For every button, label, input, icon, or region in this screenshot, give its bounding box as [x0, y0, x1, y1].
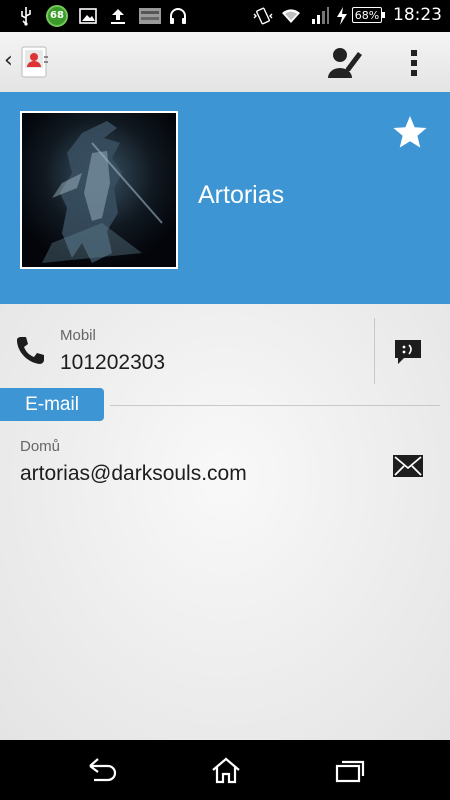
- contact-photo[interactable]: [20, 111, 178, 269]
- section-divider: [110, 405, 440, 406]
- vibrate-icon: [253, 7, 273, 25]
- phone-type-label: Mobil: [60, 327, 96, 344]
- wifi-icon: [282, 9, 300, 23]
- contacts-app-icon[interactable]: [20, 46, 50, 78]
- back-icon[interactable]: [86, 756, 118, 784]
- recent-apps-icon[interactable]: [334, 756, 366, 784]
- phone-row[interactable]: Mobil 101202303: [0, 304, 450, 386]
- upload-icon: [111, 9, 125, 24]
- vertical-divider: [374, 318, 375, 384]
- phone-number: 101202303: [60, 351, 166, 374]
- navigation-bar: [0, 740, 450, 800]
- overflow-menu-icon[interactable]: [402, 46, 426, 80]
- email-section-tab: E-mail: [0, 388, 104, 421]
- usb-icon: [21, 7, 31, 26]
- phone-icon[interactable]: [14, 334, 46, 366]
- back-chevron-icon[interactable]: ‹: [4, 48, 13, 73]
- status-bar: 68 68% 18:23: [0, 0, 450, 32]
- notification-badge: 68: [46, 5, 68, 27]
- mail-icon[interactable]: [392, 454, 424, 478]
- keyboard-icon: [139, 8, 161, 24]
- contact-name: Artorias: [198, 181, 285, 209]
- contact-header: Artorias: [0, 92, 450, 304]
- email-address: artorias@darksouls.com: [20, 462, 247, 485]
- headphones-icon: [170, 8, 186, 24]
- battery-nub: [382, 12, 385, 18]
- signal-icon: [312, 7, 329, 24]
- email-row[interactable]: Domů artorias@darksouls.com: [0, 424, 450, 504]
- image-icon: [79, 8, 97, 24]
- status-time: 18:23: [393, 5, 442, 25]
- email-type-label: Domů: [20, 438, 61, 455]
- message-icon[interactable]: [392, 338, 424, 366]
- battery-indicator: 68%: [352, 7, 382, 23]
- home-icon[interactable]: [210, 756, 242, 784]
- contact-details: Mobil 101202303 E-mail Domů artorias@dar…: [0, 304, 450, 740]
- edit-contact-icon[interactable]: [326, 44, 364, 80]
- action-bar: ‹: [0, 32, 450, 93]
- favorite-star-icon[interactable]: [391, 114, 429, 150]
- charging-icon: [337, 7, 347, 25]
